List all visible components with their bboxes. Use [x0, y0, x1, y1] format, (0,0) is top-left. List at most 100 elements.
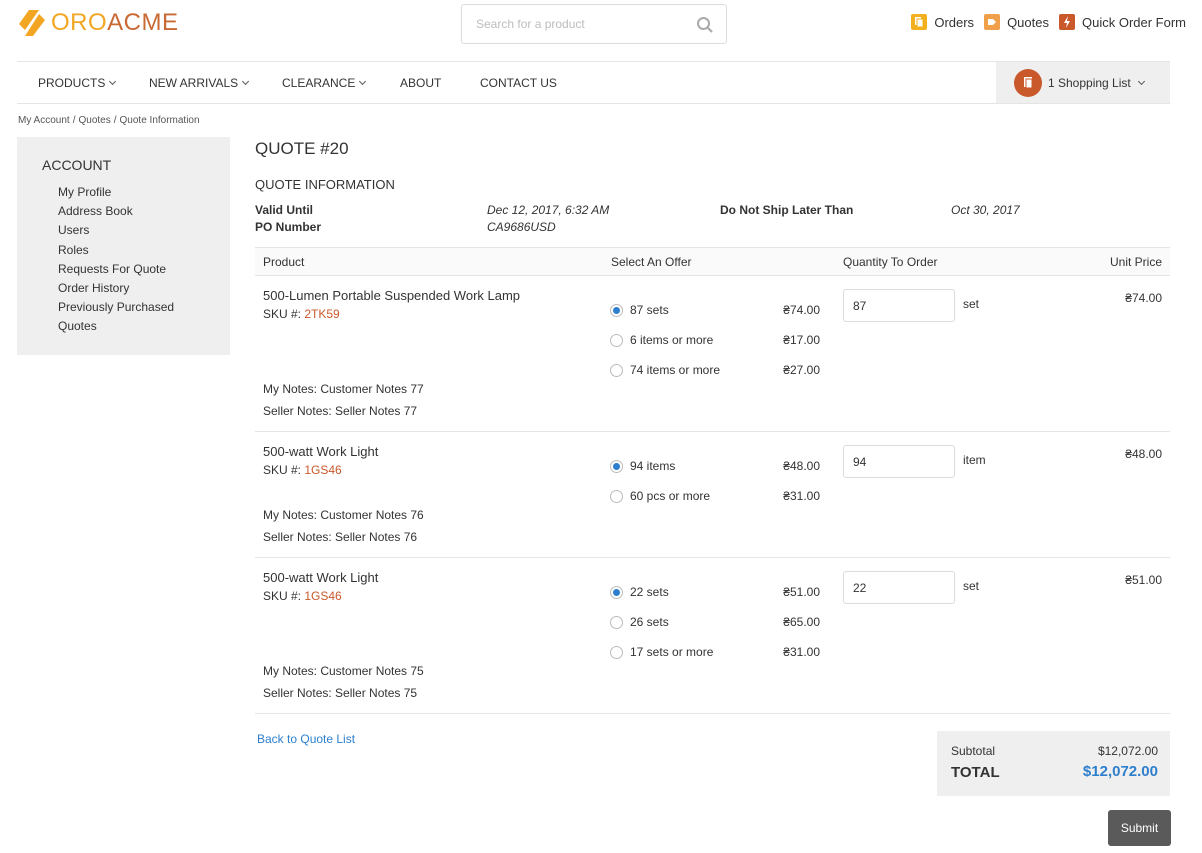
- radio[interactable]: [610, 363, 623, 377]
- radio[interactable]: [610, 645, 623, 659]
- logo[interactable]: OROACME: [17, 8, 179, 38]
- header-quantity: Quantity To Order: [843, 255, 938, 269]
- sidebar-item-users[interactable]: Users: [58, 221, 230, 240]
- logo-text-oro: ORO: [51, 9, 108, 36]
- unit-price: ₴51.00: [1125, 573, 1162, 587]
- breadcrumb-my-account[interactable]: My Account: [18, 115, 70, 126]
- product-name[interactable]: 500-watt Work Light: [263, 570, 378, 585]
- logo-mark-icon: [17, 8, 47, 38]
- submit-button[interactable]: Submit: [1108, 810, 1171, 846]
- unit-label: item: [963, 453, 986, 467]
- unit-price: ₴74.00: [1125, 291, 1162, 305]
- header-product: Product: [263, 255, 305, 269]
- offer-price: ₴27.00: [783, 363, 820, 377]
- sidebar-title: ACCOUNT: [42, 157, 112, 173]
- my-notes: My Notes: Customer Notes 77: [263, 382, 424, 396]
- top-links: Orders Quotes Quick Order Form: [911, 14, 1186, 30]
- shopping-list-icon: [1014, 68, 1042, 97]
- my-notes: My Notes: Customer Notes 76: [263, 508, 424, 522]
- breadcrumb-separator: /: [72, 115, 76, 126]
- radio-selected[interactable]: [610, 585, 623, 599]
- breadcrumb-separator: /: [113, 115, 117, 126]
- offer-option[interactable]: 6 items or more ₴17.00: [610, 333, 820, 347]
- product-name[interactable]: 500-watt Work Light: [263, 444, 378, 459]
- orders-label: Orders: [934, 14, 975, 30]
- quotes-label: Quotes: [1007, 14, 1049, 30]
- sidebar-item-my-profile[interactable]: My Profile: [58, 183, 230, 202]
- offer-option[interactable]: 87 sets ₴74.00: [610, 303, 820, 317]
- sidebar-menu: My Profile Address Book Users Roles Requ…: [42, 183, 230, 337]
- offer-option[interactable]: 17 sets or more ₴31.00: [610, 645, 820, 659]
- nav-item-contact-us[interactable]: CONTACT US: [480, 76, 557, 90]
- account-sidebar: ACCOUNT My Profile Address Book Users Ro…: [17, 137, 230, 355]
- orders-link[interactable]: Orders: [911, 14, 974, 30]
- radio[interactable]: [610, 615, 623, 629]
- search-icon[interactable]: [696, 16, 714, 34]
- total-value: $12,072.00: [1082, 763, 1158, 780]
- seller-notes: Seller Notes: Seller Notes 77: [263, 404, 418, 418]
- back-to-quote-list-link[interactable]: Back to Quote List: [257, 732, 355, 746]
- quotes-link[interactable]: Quotes: [984, 14, 1049, 30]
- offer-option[interactable]: 94 items ₴48.00: [610, 459, 820, 473]
- offer-option[interactable]: 26 sets ₴65.00: [610, 615, 820, 629]
- radio[interactable]: [610, 489, 623, 503]
- radio-selected[interactable]: [610, 303, 623, 317]
- search-box: [461, 4, 727, 44]
- nav-item-about[interactable]: ABOUT: [400, 76, 441, 90]
- sidebar-item-address-book[interactable]: Address Book: [58, 202, 230, 221]
- table-row: 500-watt Work Light SKU #: 1GS46 94 item…: [255, 432, 1170, 558]
- product-name[interactable]: 500-Lumen Portable Suspended Work Lamp: [263, 288, 520, 303]
- radio-selected[interactable]: [610, 459, 623, 473]
- chevron-down-icon: [1137, 77, 1145, 85]
- logo-text: OROACME: [51, 9, 179, 37]
- nav-item-products[interactable]: PRODUCTS: [38, 76, 117, 90]
- sku-label: SKU #:: [263, 589, 302, 603]
- nav-item-label: ABOUT: [400, 76, 442, 90]
- offer-label: 74 items or more: [630, 363, 721, 377]
- product-sku: SKU #: 1GS46: [263, 589, 342, 603]
- offer-option[interactable]: 74 items or more ₴27.00: [610, 363, 820, 377]
- chevron-down-icon: [359, 77, 367, 86]
- sidebar-item-order-history[interactable]: Order History: [58, 279, 230, 298]
- quantity-input[interactable]: [843, 445, 955, 478]
- totals-box: Subtotal $12,072.00 TOTAL $12,072.00: [937, 731, 1170, 796]
- breadcrumb: My Account / Quotes / Quote Information: [18, 115, 200, 126]
- nav-item-label: CLEARANCE: [282, 76, 356, 90]
- search-input[interactable]: [476, 17, 686, 31]
- shopping-list-dropdown[interactable]: 1 Shopping List: [996, 62, 1170, 103]
- product-sku: SKU #: 2TK59: [263, 307, 340, 321]
- table-row: 500-watt Work Light SKU #: 1GS46 22 sets…: [255, 558, 1170, 714]
- offer-price: ₴74.00: [783, 303, 820, 317]
- radio[interactable]: [610, 333, 623, 347]
- offer-option[interactable]: 60 pcs or more ₴31.00: [610, 489, 820, 503]
- chevron-down-icon: [242, 77, 250, 86]
- offer-price: ₴31.00: [783, 645, 820, 659]
- quick-order-form-link[interactable]: Quick Order Form: [1058, 14, 1186, 30]
- offer-label: 22 sets: [630, 585, 669, 599]
- chevron-down-icon: [109, 77, 117, 86]
- main-nav: PRODUCTS NEW ARRIVALS CLEARANCE ABOUT CO…: [17, 61, 1170, 104]
- quantity-input[interactable]: [843, 571, 955, 604]
- unit-label: set: [963, 579, 980, 593]
- breadcrumb-quotes[interactable]: Quotes: [78, 115, 110, 126]
- quick-order-form-label: Quick Order Form: [1081, 14, 1186, 30]
- product-sku: SKU #: 1GS46: [263, 463, 342, 477]
- nav-item-label: PRODUCTS: [38, 76, 106, 90]
- table-header: Product Select An Offer Quantity To Orde…: [255, 247, 1170, 276]
- sidebar-item-previously-purchased[interactable]: Previously Purchased: [58, 298, 230, 317]
- offer-option[interactable]: 22 sets ₴51.00: [610, 585, 820, 599]
- do-not-ship-label: Do Not Ship Later Than: [720, 203, 854, 217]
- breadcrumb-current: Quote Information: [119, 115, 200, 126]
- subtotal-value: $12,072.00: [1097, 744, 1158, 758]
- po-number-value: CA9686USD: [487, 220, 556, 234]
- sidebar-item-requests-for-quote[interactable]: Requests For Quote: [58, 260, 230, 279]
- po-number-label: PO Number: [255, 220, 322, 234]
- quantity-input[interactable]: [843, 289, 955, 322]
- sidebar-item-quotes[interactable]: Quotes: [58, 317, 230, 336]
- nav-item-clearance[interactable]: CLEARANCE: [282, 76, 367, 90]
- orders-icon: [911, 14, 928, 30]
- sidebar-item-roles[interactable]: Roles: [58, 241, 230, 260]
- seller-notes: Seller Notes: Seller Notes 76: [263, 530, 418, 544]
- nav-item-label: NEW ARRIVALS: [149, 76, 239, 90]
- nav-item-new-arrivals[interactable]: NEW ARRIVALS: [149, 76, 250, 90]
